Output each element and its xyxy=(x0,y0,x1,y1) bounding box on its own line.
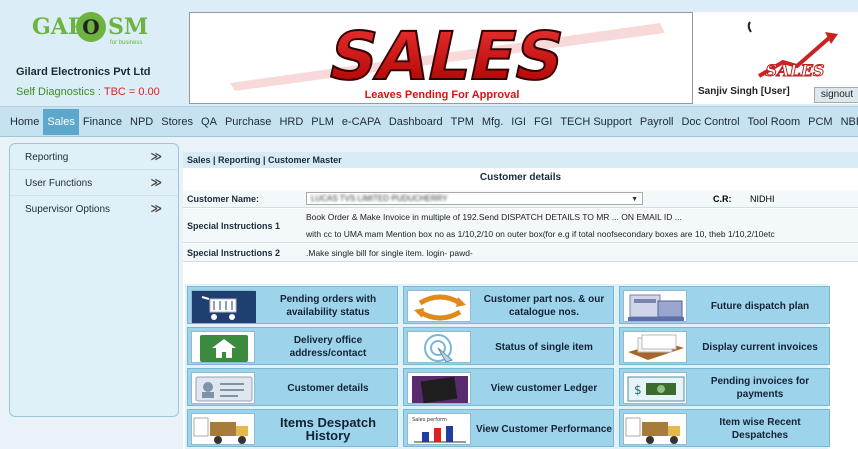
exchange-arrows-icon xyxy=(407,290,471,322)
id-card-icon xyxy=(191,372,255,404)
tile-view-customer-performance[interactable]: Sales perform View Customer Performance xyxy=(403,409,614,447)
home-address-icon xyxy=(191,331,255,363)
nav-item-doc-control[interactable]: Doc Control xyxy=(677,109,743,135)
customer-name-label: Customer Name: xyxy=(187,194,260,204)
double-chevron-right-icon: ≫ xyxy=(150,177,161,189)
svg-text:SALES: SALES xyxy=(766,61,825,80)
special-instructions-2-value: .Make single bill for single item. login… xyxy=(306,248,473,258)
nav-item-tool-room[interactable]: Tool Room xyxy=(744,109,805,135)
main-nav: Home Sales Finance NPD Stores QA Purchase HRD PL… xyxy=(0,107,858,137)
customer-select[interactable]: LUCAS TVS LIMITED PUDUCHERRY ▼ xyxy=(306,192,643,205)
nav-item-payroll[interactable]: Payroll xyxy=(636,109,678,135)
nav-item-igi[interactable]: IGI xyxy=(507,109,530,135)
shopping-cart-icon xyxy=(191,290,256,323)
special-instructions-1-line2: with cc to UMA mam Mention box no as 1/1… xyxy=(306,229,775,239)
special-instructions-1-line1: Book Order & Make Invoice in multiple of… xyxy=(306,212,682,222)
tile-items-despatch-history[interactable]: Items Despatch History xyxy=(187,409,398,447)
sales-banner: SALES Leaves Pending For Approval xyxy=(189,12,693,104)
ledger-book-icon xyxy=(407,372,471,404)
nav-item-finance[interactable]: Finance xyxy=(79,109,126,135)
tile-label: Display current invoices xyxy=(702,341,818,353)
nav-item-qa[interactable]: QA xyxy=(197,109,221,135)
svg-text:Sales perform: Sales perform xyxy=(412,417,447,423)
customer-name-row: Customer Name: LUCAS TVS LIMITED PUDUCHE… xyxy=(183,190,858,208)
nav-item-fgi[interactable]: FGI xyxy=(530,109,556,135)
action-tiles: Pending orders with availability status C… xyxy=(185,284,830,449)
tile-label: Customer part nos. & our catalogue nos. xyxy=(483,294,605,318)
cr-value: NIDHI xyxy=(750,194,775,204)
nav-item-plm[interactable]: PLM xyxy=(307,109,338,135)
tile-label: Item wise Recent Despatches xyxy=(719,417,801,441)
sidebar-item-label: Supervisor Options xyxy=(25,204,111,215)
tile-label: Customer details xyxy=(287,382,369,394)
tile-label: View Customer Performance xyxy=(476,423,612,435)
tile-label: Status of single item xyxy=(495,341,593,353)
tile-status-of-single-item[interactable]: Status of single item xyxy=(403,327,614,365)
nav-item-pcm[interactable]: PCM xyxy=(804,109,836,135)
tile-customer-details[interactable]: Customer details xyxy=(187,368,398,406)
special-instructions-1-label: Special Instructions 1 xyxy=(187,221,281,231)
tile-future-dispatch-plan[interactable]: Future dispatch plan xyxy=(619,286,830,324)
tile-view-customer-ledger[interactable]: View customer Ledger xyxy=(403,368,614,406)
tile-label: Pending orders with availability status xyxy=(279,294,377,318)
touch-status-icon xyxy=(407,331,471,363)
special-instructions-2-row: Special Instructions 2 .Make single bill… xyxy=(183,244,858,262)
sidebar-item-supervisor-options[interactable]: Supervisor Options ≫ xyxy=(10,196,178,222)
nav-item-e-capa[interactable]: e-CAPA xyxy=(338,109,385,135)
tile-pending-invoices-for-payments[interactable]: $ Pending invoices for payments xyxy=(619,368,830,406)
tile-delivery-office-address-contact[interactable]: Delivery office address/contact xyxy=(187,327,398,365)
tile-label: View customer Ledger xyxy=(490,382,598,394)
breadcrumb: Sales | Reporting | Customer Master xyxy=(183,152,858,168)
section-title: Customer details xyxy=(479,172,562,183)
sidebar-item-label: Reporting xyxy=(25,152,69,163)
tile-label: Future dispatch plan xyxy=(710,300,810,312)
nav-item-nbd[interactable]: NBD xyxy=(837,109,858,135)
nav-item-tpm[interactable]: TPM xyxy=(447,109,478,135)
nav-item-mfg[interactable]: Mfg. xyxy=(478,109,507,135)
sidebar: Reporting ≫ User Functions ≫ Supervisor Op… xyxy=(9,143,179,417)
tile-label: Delivery office address/contact xyxy=(289,335,367,359)
nav-item-dashboard[interactable]: Dashboard xyxy=(385,109,447,135)
user-name: Sanjiv Singh [User] xyxy=(698,86,790,97)
special-instructions-1-row: Special Instructions 1 Book Order & Make… xyxy=(183,209,858,243)
svg-text:$: $ xyxy=(634,383,642,397)
page: GAP O SM for business Gilard Electronics… xyxy=(0,0,858,449)
gaposm-logo: GAP O SM for business xyxy=(32,12,149,46)
nav-item-hrd[interactable]: HRD xyxy=(275,109,307,135)
sidebar-item-user-functions[interactable]: User Functions ≫ xyxy=(10,170,178,196)
double-chevron-right-icon: ≫ xyxy=(150,151,161,163)
nav-item-sales[interactable]: Sales xyxy=(43,108,79,135)
nav-item-home[interactable]: Home xyxy=(6,109,43,135)
self-diagnostics: Self Diagnostics : TBC = 0.00 xyxy=(16,86,160,98)
despatch-truck-icon xyxy=(191,413,255,445)
tile-display-current-invoices[interactable]: Display current invoices xyxy=(619,327,830,365)
invoices-stack-icon xyxy=(623,331,687,363)
nav-item-npd[interactable]: NPD xyxy=(126,109,157,135)
nav-item-tech-support[interactable]: TECH Support xyxy=(556,109,636,135)
tile-label: Items Despatch History xyxy=(279,415,377,443)
signout-button[interactable]: signout xyxy=(814,87,858,103)
nav-item-stores[interactable]: Stores xyxy=(157,109,197,135)
tile-item-wise-recent-despatches[interactable]: Item wise Recent Despatches xyxy=(619,409,830,447)
shipping-boxes-icon xyxy=(623,290,687,322)
header: GAP O SM for business Gilard Electronics… xyxy=(0,0,858,107)
sidebar-item-label: User Functions xyxy=(25,178,93,189)
payment-icon: $ xyxy=(623,372,687,404)
dropdown-caret-icon: ▼ xyxy=(631,196,638,203)
recent-truck-icon xyxy=(623,413,687,445)
tile-label: Pending invoices for payments xyxy=(710,376,810,400)
main-content: Sales | Reporting | Customer Master Cust… xyxy=(183,152,858,449)
sales-growth-icon: SALES xyxy=(747,21,838,86)
svg-text:SALES: SALES xyxy=(322,18,572,95)
nav-item-purchase[interactable]: Purchase xyxy=(221,109,275,135)
performance-chart-icon: Sales perform xyxy=(407,413,471,445)
company-name: Gilard Electronics Pvt Ltd xyxy=(16,66,151,78)
double-chevron-right-icon: ≫ xyxy=(150,203,161,215)
cr-label: C.R: xyxy=(713,194,732,204)
leaves-pending-notice[interactable]: Leaves Pending For Approval xyxy=(190,89,692,101)
sidebar-item-reporting[interactable]: Reporting ≫ xyxy=(10,144,178,170)
tile-customer-part-nos-our-catalogue-nos[interactable]: Customer part nos. & our catalogue nos. xyxy=(403,286,614,324)
tile-pending-orders-with-availability-status[interactable]: Pending orders with availability status xyxy=(187,286,398,324)
special-instructions-2-label: Special Instructions 2 xyxy=(187,248,281,258)
